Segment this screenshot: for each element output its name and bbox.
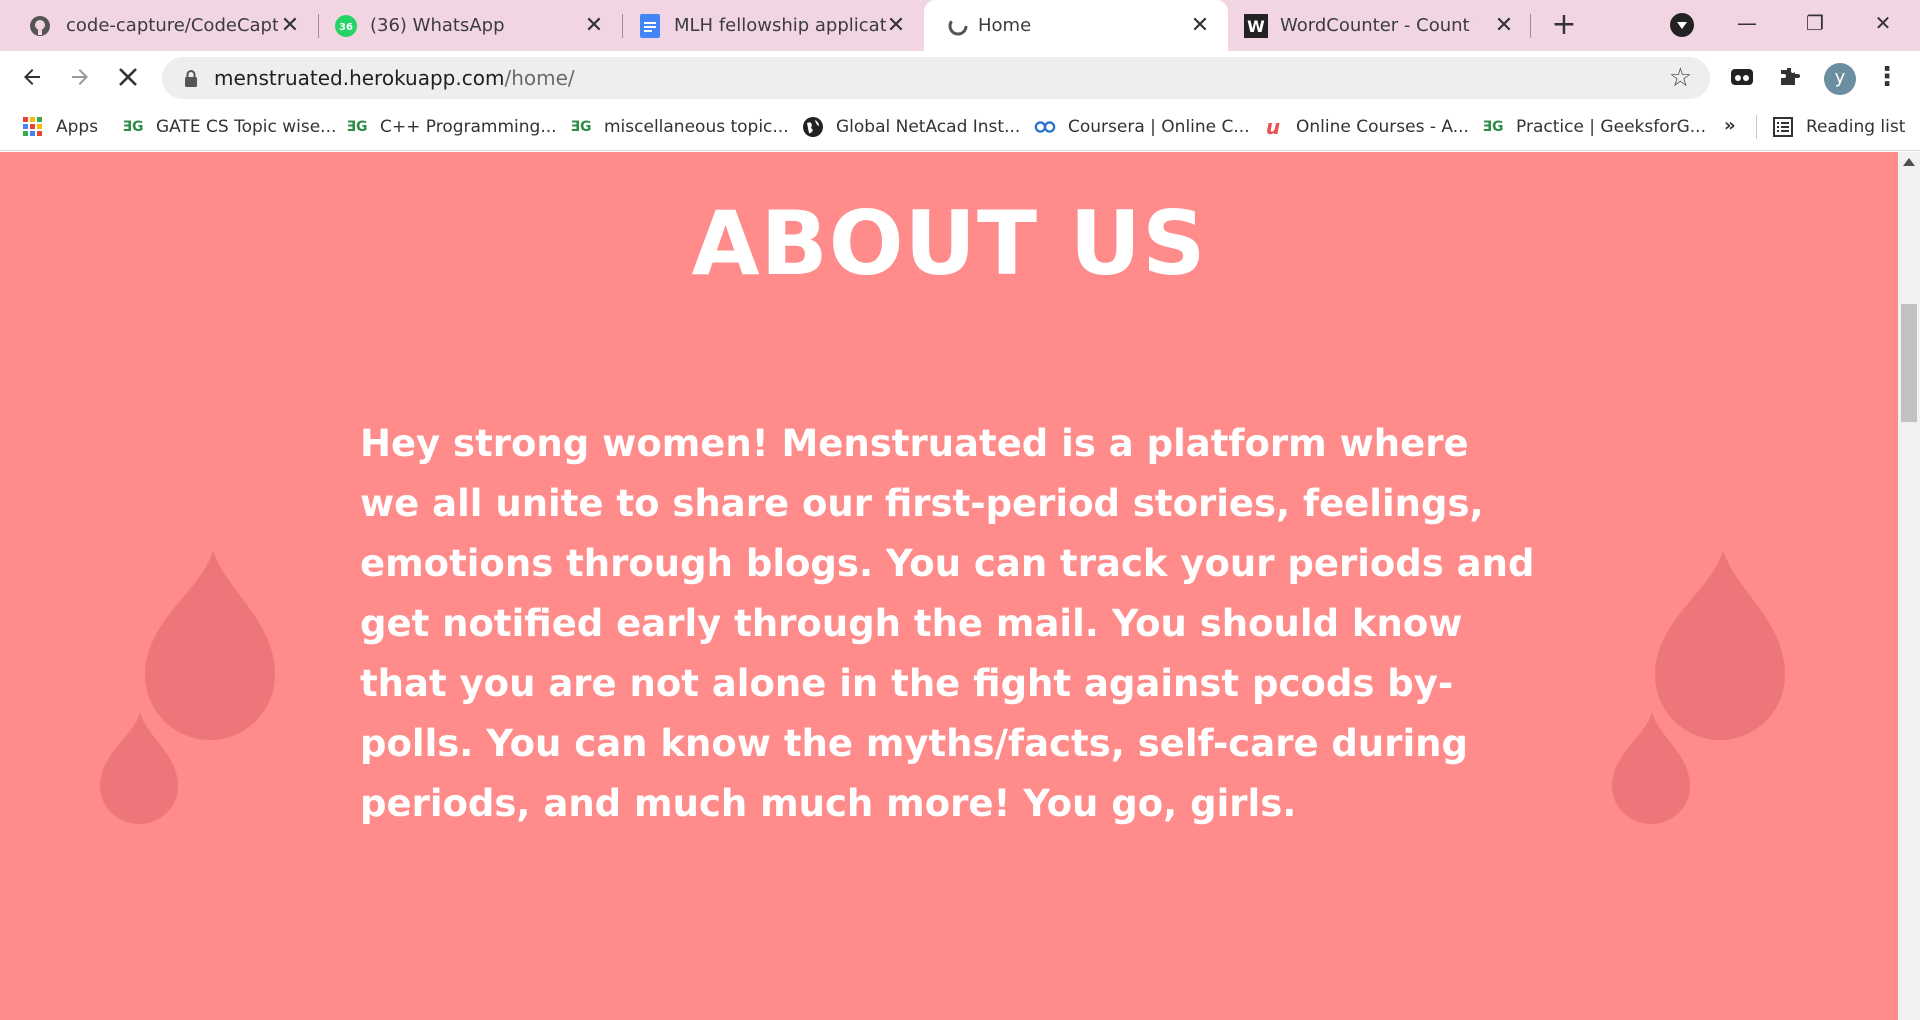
profile-avatar[interactable]: y — [1824, 63, 1856, 95]
reading-list-label: Reading list — [1806, 117, 1906, 137]
tab-title: (36) WhatsApp — [370, 15, 505, 36]
udemy-icon: u — [1265, 115, 1281, 139]
bookmark-apps[interactable]: Apps — [22, 115, 98, 139]
tab-google-docs[interactable]: MLH fellowship applicatio ✕ — [622, 0, 924, 51]
tab-title: MLH fellowship applicatio — [674, 15, 886, 36]
close-icon[interactable]: ✕ — [582, 14, 606, 38]
bookmark-label: C++ Programming... — [380, 117, 557, 137]
about-description: Hey strong women! Menstruated is a platf… — [360, 422, 1535, 825]
restore-button[interactable]: ❐ — [1800, 8, 1830, 38]
blood-drop-icon — [1612, 712, 1690, 824]
browser-menu-icon[interactable]: ⋮ — [1872, 61, 1902, 93]
loading-icon — [946, 14, 970, 38]
scroll-up-arrow-icon[interactable] — [1903, 158, 1915, 166]
close-icon[interactable]: ✕ — [1188, 14, 1212, 38]
bookmark-practice-gfg[interactable]: ƎG Practice | GeeksforG... — [1482, 115, 1706, 139]
close-window-button[interactable]: ✕ — [1868, 8, 1898, 38]
tab-strip: code-capture/CodeCaptur ✕ 36 (36) WhatsA… — [0, 0, 1920, 51]
url-host: menstruated.herokuapp.com — [214, 66, 505, 90]
bookmark-label: Global NetAcad Inst... — [836, 117, 1021, 137]
coursera-icon — [1034, 116, 1056, 138]
close-icon[interactable]: ✕ — [1492, 14, 1516, 38]
bookmarks-bar: Apps ƎG GATE CS Topic wise... ƎG C++ Pro… — [0, 103, 1920, 151]
globe-icon — [802, 116, 824, 138]
bookmarks-divider — [1756, 115, 1757, 139]
tab-wordcounter[interactable]: W WordCounter - Count Wo ✕ — [1228, 0, 1532, 51]
github-icon — [28, 14, 52, 38]
extension-mask-icon[interactable] — [1726, 61, 1758, 93]
bookmark-label: Apps — [56, 117, 99, 137]
geeksforgeeks-icon: ƎG — [1482, 119, 1504, 135]
geeksforgeeks-icon: ƎG — [346, 119, 368, 135]
page-viewport: ABOUT US Hey strong women! Menstruated i… — [0, 152, 1898, 1020]
wordcounter-letter: W — [1247, 17, 1265, 36]
bookmark-label: Coursera | Online C... — [1068, 117, 1250, 137]
tab-title: code-capture/CodeCaptur — [66, 15, 278, 36]
extensions-puzzle-icon[interactable] — [1774, 61, 1806, 93]
tab-separator — [1530, 14, 1531, 38]
forward-icon[interactable] — [64, 61, 96, 93]
bookmarks-overflow-button[interactable]: » — [1724, 115, 1736, 136]
bookmark-gate-cs[interactable]: ƎG GATE CS Topic wise... — [122, 115, 336, 139]
bookmark-label: Practice | GeeksforG... — [1516, 117, 1706, 137]
tab-github[interactable]: code-capture/CodeCaptur ✕ — [0, 0, 318, 51]
new-tab-button[interactable]: + — [1548, 10, 1580, 42]
google-docs-icon — [638, 14, 662, 38]
minimize-button[interactable]: — — [1732, 8, 1762, 38]
geeksforgeeks-icon: ƎG — [570, 119, 592, 135]
bookmark-label: miscellaneous topic... — [604, 117, 789, 137]
bookmark-label: GATE CS Topic wise... — [156, 117, 337, 137]
url-text[interactable]: menstruated.herokuapp.com/home/ — [214, 66, 575, 90]
browser-toolbar: menstruated.herokuapp.com/home/ ☆ y ⋮ — [0, 51, 1920, 103]
tab-whatsapp[interactable]: 36 (36) WhatsApp ✕ — [318, 0, 622, 51]
wordcounter-icon: W — [1244, 14, 1268, 38]
tab-home[interactable]: Home ✕ — [924, 0, 1228, 51]
bookmark-cpp[interactable]: ƎG C++ Programming... — [346, 115, 557, 139]
bookmark-star-icon[interactable]: ☆ — [1669, 63, 1692, 93]
tab-search-icon[interactable] — [1670, 13, 1694, 37]
reading-list-icon — [1772, 116, 1794, 138]
reading-list-button[interactable]: Reading list — [1772, 115, 1905, 139]
address-bar[interactable]: menstruated.herokuapp.com/home/ ☆ — [162, 57, 1710, 99]
apps-grid-icon — [22, 116, 44, 138]
bookmark-udemy[interactable]: u Online Courses - A... — [1262, 115, 1469, 139]
close-icon[interactable]: ✕ — [884, 14, 908, 38]
close-icon[interactable]: ✕ — [278, 14, 302, 38]
scrollbar-thumb[interactable] — [1901, 304, 1917, 422]
tab-title: Home — [978, 15, 1032, 36]
bookmark-netacad[interactable]: Global NetAcad Inst... — [802, 115, 1020, 139]
bookmark-coursera[interactable]: Coursera | Online C... — [1034, 115, 1250, 139]
stop-loading-icon[interactable] — [112, 61, 144, 93]
vertical-scrollbar[interactable] — [1898, 152, 1920, 1020]
back-icon[interactable] — [16, 61, 48, 93]
bookmark-label: Online Courses - A... — [1296, 117, 1469, 137]
bookmark-misc[interactable]: ƎG miscellaneous topic... — [570, 115, 789, 139]
page-title: ABOUT US — [691, 192, 1207, 295]
blood-drop-icon — [100, 712, 178, 824]
lock-icon — [185, 70, 197, 87]
whatsapp-badge: 36 — [339, 22, 353, 33]
tab-title: WordCounter - Count Wo — [1280, 15, 1476, 36]
geeksforgeeks-icon: ƎG — [122, 119, 144, 135]
url-path: /home/ — [504, 66, 575, 90]
whatsapp-icon: 36 — [334, 14, 358, 38]
